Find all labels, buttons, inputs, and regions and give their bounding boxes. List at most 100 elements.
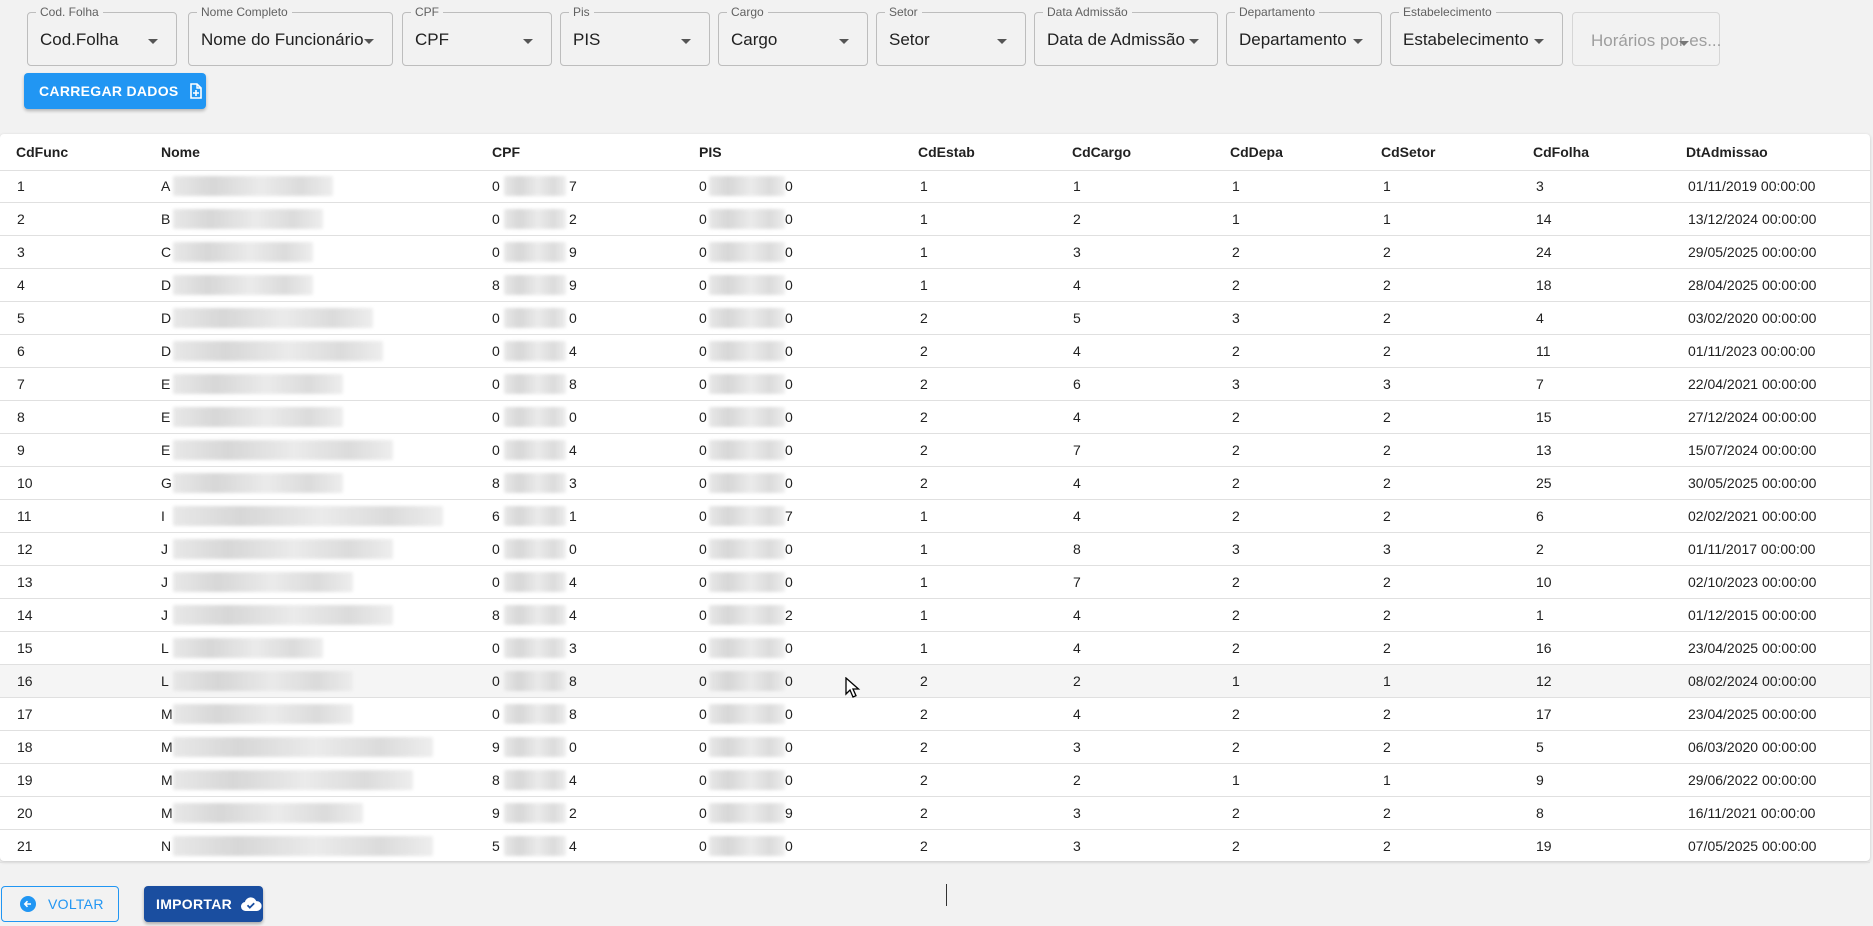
redacted-pis	[709, 341, 785, 361]
table-row[interactable]: 21 N 5 4 0 0 2 3 2 2 19 07/05/2025 00:00:00	[0, 830, 1870, 863]
col-header-cdsetor[interactable]: CdSetor	[1381, 144, 1435, 160]
table-row[interactable]: 18 M 9 0 0 0 2 3 2 2 5 06/03/2020 00:00:00	[0, 731, 1870, 764]
chevron-down-icon	[1534, 39, 1544, 44]
cell-cdsetor: 2	[1383, 706, 1391, 722]
cell-cdsetor: 1	[1383, 178, 1391, 194]
cell-pis: 0	[699, 607, 707, 623]
filter-pis[interactable]: Pis PIS	[560, 5, 710, 66]
table-row[interactable]: 13 J 0 4 0 0 1 7 2 2 10 02/10/2023 00:00:00	[0, 566, 1870, 599]
col-header-cdestab[interactable]: CdEstab	[918, 144, 975, 160]
redacted-cpf	[504, 374, 566, 394]
table-row[interactable]: 8 E 0 0 0 0 2 4 2 2 15 27/12/2024 00:00:00	[0, 401, 1870, 434]
table-row[interactable]: 4 D 8 9 0 0 1 4 2 2 18 28/04/2025 00:00:00	[0, 269, 1870, 302]
cell-cddepa: 2	[1232, 244, 1240, 260]
cell-cdcargo: 2	[1073, 772, 1081, 788]
table-row[interactable]: 6 D 0 4 0 0 2 4 2 2 11 01/11/2023 00:00:00	[0, 335, 1870, 368]
cell-cdsetor: 2	[1383, 310, 1391, 326]
redacted-pis	[709, 737, 785, 757]
cell-cddepa: 1	[1232, 211, 1240, 227]
cell-cdsetor: 1	[1383, 772, 1391, 788]
cell-cdestab: 1	[920, 574, 928, 590]
redacted-cpf	[504, 836, 566, 856]
table-row[interactable]: 11 I 6 1 0 7 1 4 2 2 6 02/02/2021 00:00:00	[0, 500, 1870, 533]
cell-pis-end: 0	[785, 706, 793, 722]
filter-setor[interactable]: Setor Setor	[876, 5, 1026, 66]
col-header-cpf[interactable]: CPF	[492, 144, 520, 160]
cell-nome: N	[161, 838, 172, 854]
col-header-pis[interactable]: PIS	[699, 144, 722, 160]
redacted-cpf	[504, 770, 566, 790]
import-button[interactable]: IMPORTAR	[144, 886, 263, 922]
cell-pis-end: 0	[785, 475, 793, 491]
cell-cdsetor: 2	[1383, 805, 1391, 821]
filter-nome-completo[interactable]: Nome Completo Nome do Funcionário	[188, 5, 393, 66]
cell-nome: G	[161, 475, 172, 491]
col-header-cdcargo[interactable]: CdCargo	[1072, 144, 1131, 160]
table-row[interactable]: 3 C 0 9 0 0 1 3 2 2 24 29/05/2025 00:00:00	[0, 236, 1870, 269]
cell-cpf: 0	[492, 244, 500, 260]
cell-cdfolha: 12	[1536, 673, 1552, 689]
back-button[interactable]: VOLTAR	[1, 886, 119, 922]
cell-cddepa: 2	[1232, 442, 1240, 458]
cell-dtadmissao: 29/06/2022 00:00:00	[1688, 772, 1817, 788]
cell-cdfunc: 16	[17, 673, 33, 689]
filter-cod-folha[interactable]: Cod. Folha Cod.Folha	[27, 5, 177, 66]
filter-cargo[interactable]: Cargo Cargo	[718, 5, 868, 66]
cell-cdcargo: 4	[1073, 607, 1081, 623]
load-data-button[interactable]: CARREGAR DADOS	[24, 73, 206, 109]
filter-horarios[interactable]: Horários por es...	[1572, 12, 1721, 66]
redacted-cpf	[504, 308, 566, 328]
table-row[interactable]: 7 E 0 8 0 0 2 6 3 3 7 22/04/2021 00:00:00	[0, 368, 1870, 401]
col-header-nome[interactable]: Nome	[161, 144, 200, 160]
filter-data-admissao[interactable]: Data Admissão Data de Admissão	[1034, 5, 1218, 66]
filter-value: PIS	[573, 30, 601, 49]
cell-dtadmissao: 01/11/2023 00:00:00	[1688, 343, 1816, 359]
filter-cpf[interactable]: CPF CPF	[402, 5, 552, 66]
table-row[interactable]: 16 L 0 8 0 0 2 2 1 1 12 08/02/2024 00:00:00	[0, 665, 1870, 698]
cell-cpf: 5	[492, 838, 500, 854]
cell-cpf: 6	[492, 508, 500, 524]
table-row[interactable]: 12 J 0 0 0 0 1 8 3 3 2 01/11/2017 00:00:00	[0, 533, 1870, 566]
cell-dtadmissao: 01/11/2019 00:00:00	[1688, 178, 1816, 194]
cell-pis: 0	[699, 376, 707, 392]
cell-cddepa: 2	[1232, 277, 1240, 293]
back-label: VOLTAR	[48, 896, 104, 912]
cell-cddepa: 1	[1232, 178, 1240, 194]
table-row[interactable]: 15 L 0 3 0 0 1 4 2 2 16 23/04/2025 00:00:00	[0, 632, 1870, 665]
cell-dtadmissao: 22/04/2021 00:00:00	[1688, 376, 1817, 392]
filter-estabelecimento[interactable]: Estabelecimento Estabelecimento	[1390, 5, 1563, 66]
cell-cdfunc: 12	[17, 541, 33, 557]
cell-nome: M	[161, 706, 173, 722]
cell-dtadmissao: 07/05/2025 00:00:00	[1688, 838, 1817, 854]
table-row[interactable]: 19 M 8 4 0 0 2 2 1 1 9 29/06/2022 00:00:00	[0, 764, 1870, 797]
cell-nome: M	[161, 772, 173, 788]
cell-cdfunc: 2	[17, 211, 25, 227]
chevron-down-icon	[364, 39, 374, 44]
cell-cpf-end: 8	[569, 376, 577, 392]
table-row[interactable]: 17 M 0 8 0 0 2 4 2 2 17 23/04/2025 00:00:00	[0, 698, 1870, 731]
table-row[interactable]: 9 E 0 4 0 0 2 7 2 2 13 15/07/2024 00:00:00	[0, 434, 1870, 467]
table-row[interactable]: 20 M 9 2 0 9 2 3 2 2 8 16/11/2021 00:00:00	[0, 797, 1870, 830]
table-row[interactable]: 2 B 0 2 0 0 1 2 1 1 14 13/12/2024 00:00:00	[0, 203, 1870, 236]
table-row[interactable]: 5 D 0 0 0 0 2 5 3 2 4 03/02/2020 00:00:00	[0, 302, 1870, 335]
table-row[interactable]: 1 A 0 7 0 0 1 1 1 1 3 01/11/2019 00:00:00	[0, 170, 1870, 203]
cell-cdestab: 2	[920, 376, 928, 392]
cell-cdsetor: 2	[1383, 739, 1391, 755]
cell-cdfunc: 10	[17, 475, 33, 491]
cell-cdsetor: 2	[1383, 475, 1391, 491]
redacted-cpf	[504, 440, 566, 460]
redacted-cpf	[504, 737, 566, 757]
redacted-name	[173, 506, 443, 526]
col-header-cdfolha[interactable]: CdFolha	[1533, 144, 1589, 160]
cell-pis: 0	[699, 772, 707, 788]
filter-value: Nome do Funcionário	[201, 30, 364, 49]
cell-cpf-end: 4	[569, 772, 577, 788]
col-header-dtadmissao[interactable]: DtAdmissao	[1686, 144, 1768, 160]
table-row[interactable]: 10 G 8 3 0 0 2 4 2 2 25 30/05/2025 00:00:00	[0, 467, 1870, 500]
redacted-name	[173, 737, 433, 757]
table-row[interactable]: 14 J 8 4 0 2 1 4 2 2 1 01/12/2015 00:00:00	[0, 599, 1870, 632]
redacted-name	[173, 308, 373, 328]
filter-departamento[interactable]: Departamento Departamento	[1226, 5, 1382, 66]
col-header-cddepa[interactable]: CdDepa	[1230, 144, 1283, 160]
col-header-cdfunc[interactable]: CdFunc	[16, 144, 68, 160]
